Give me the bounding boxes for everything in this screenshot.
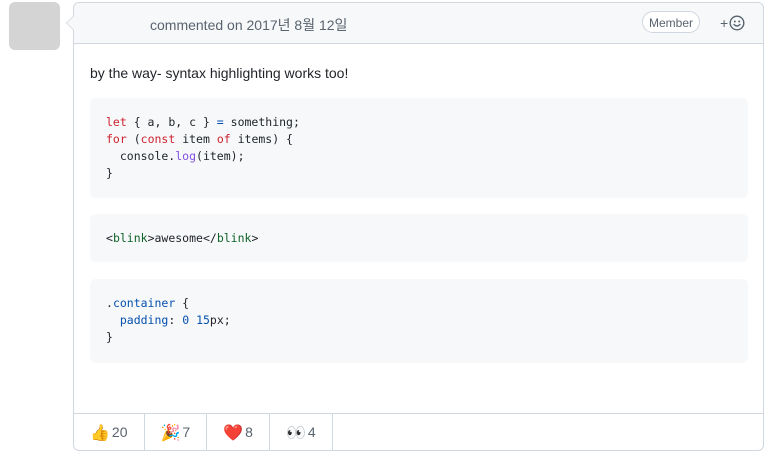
code-token: . <box>106 296 113 310</box>
reaction-heart-button[interactable]: ❤️ 8 <box>207 414 270 450</box>
comment-header: commented on 2017년 8월 12일 Member + <box>74 3 763 44</box>
code-token: console. <box>106 149 176 163</box>
code-token: for <box>106 132 127 146</box>
reaction-hooray-button[interactable]: 🎉 7 <box>145 414 208 450</box>
member-badge: Member <box>642 11 701 33</box>
code-token: let <box>106 115 127 129</box>
code-token: < <box>106 231 113 245</box>
code-token: (item); <box>196 149 245 163</box>
reactions-bar: 👍 20 🎉 7 ❤️ 8 👀 4 <box>74 413 763 450</box>
add-reaction-button[interactable]: + <box>720 13 745 33</box>
code-token: item <box>175 132 217 146</box>
code-token: blink <box>216 231 252 245</box>
code-token: } <box>106 330 113 344</box>
comment-body-text: by the way- syntax highlighting works to… <box>90 65 349 81</box>
reaction-count: 7 <box>182 424 191 440</box>
reaction-thumbs-up-button[interactable]: 👍 20 <box>74 414 145 450</box>
reaction-eyes-button[interactable]: 👀 4 <box>270 414 333 450</box>
code-token: >awesome</ <box>147 231 217 245</box>
code-token: = <box>216 115 224 129</box>
comment-timestamp[interactable]: commented on 2017년 8월 12일 <box>150 15 347 35</box>
code-block-javascript: let { a, b, c } = something; for (const … <box>90 98 748 198</box>
reaction-count: 8 <box>245 424 253 440</box>
code-token: : <box>168 313 183 327</box>
comment-card: commented on 2017년 8월 12일 Member + by th… <box>66 2 764 451</box>
code-token: something; <box>223 115 300 129</box>
code-block-html: <blink>awesome</blink> <box>90 214 748 262</box>
code-token: ( <box>126 132 141 146</box>
code-token: > <box>251 231 259 245</box>
eyes-icon: 👀 <box>285 422 306 442</box>
code-token: { <box>175 296 190 310</box>
code-token: items) { <box>230 132 293 146</box>
code-block-css: .container { padding: 0 15px; } <box>90 279 748 363</box>
code-token: { a, b, c } <box>126 115 217 129</box>
code-token: padding <box>119 313 169 327</box>
code-token: px; <box>209 313 231 327</box>
smiley-icon <box>729 15 745 31</box>
avatar[interactable] <box>9 2 60 50</box>
code-token: container <box>112 296 176 310</box>
code-token: of <box>216 132 231 146</box>
heart-icon: ❤️ <box>223 422 244 442</box>
plus-icon: + <box>720 15 729 31</box>
party-popper-icon: 🎉 <box>160 422 181 442</box>
code-token: 15 <box>196 313 210 327</box>
code-token: blink <box>112 231 148 245</box>
thumbs-up-icon: 👍 <box>90 422 110 442</box>
reaction-count: 20 <box>111 424 128 440</box>
code-token: log <box>175 149 197 163</box>
code-token: const <box>140 132 176 146</box>
reaction-count: 4 <box>307 424 316 440</box>
code-token: } <box>106 166 113 180</box>
